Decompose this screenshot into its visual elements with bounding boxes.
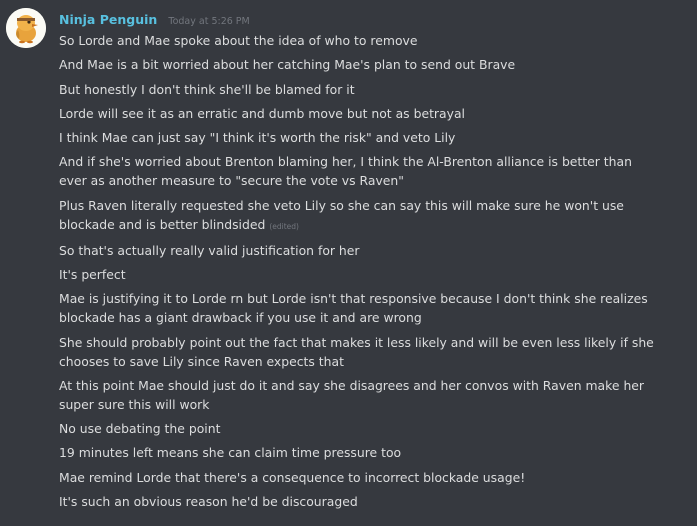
message-item[interactable]: Mae is justifying it to Lorde rn but Lor…: [59, 289, 679, 327]
message-text-line: Plus Raven literally requested she veto …: [59, 197, 624, 213]
message-text-line: blockade and is better blindsided (edited…: [59, 215, 679, 236]
edited-label: (edited): [269, 221, 299, 231]
penguin-avatar-icon: [6, 8, 46, 48]
message-text-line: I think Mae can just say "I think it's w…: [59, 130, 456, 145]
message-item[interactable]: It's such an obvious reason he'd be disc…: [59, 492, 679, 511]
message-item[interactable]: It's perfect: [59, 265, 679, 284]
message-item[interactable]: 19 minutes left means she can claim time…: [59, 443, 679, 462]
message-text-line: Lorde will see it as an erratic and dumb…: [59, 105, 465, 121]
message-text-line: It's perfect: [59, 267, 126, 282]
message-text-line: And if she's worried about Brenton blami…: [59, 154, 632, 170]
message-text-line: Mae is justifying it to Lorde rn but Lor…: [59, 291, 648, 307]
message-header: Ninja Penguin Today at 5:26 PM: [59, 9, 250, 29]
message-item[interactable]: So that's actually really valid justific…: [59, 241, 679, 260]
message-text-line: It's such an obvious reason he'd be disc…: [59, 493, 358, 509]
message-text-line: Mae remind Lorde that there's a conseque…: [59, 469, 526, 485]
message-item[interactable]: No use debating the point: [59, 419, 679, 438]
message-text-line: At this point Mae should just do it and …: [59, 377, 645, 393]
message-list: So Lorde and Mae spoke about the idea of…: [59, 31, 679, 516]
message-text-line: blockade and is better blindsided: [59, 216, 266, 232]
message-text-line: 19 minutes left means she can claim time…: [59, 445, 402, 461]
message-item[interactable]: So Lorde and Mae spoke about the idea of…: [59, 31, 679, 50]
message-item[interactable]: I think Mae can just say "I think it's w…: [59, 128, 679, 147]
message-item[interactable]: She should probably point out the fact t…: [59, 333, 679, 371]
message-item[interactable]: Plus Raven literally requested she veto …: [59, 196, 679, 236]
message-item[interactable]: Mae remind Lorde that there's a conseque…: [59, 468, 679, 487]
message-text-line: So that's actually really valid justific…: [59, 242, 360, 258]
message-text-line: She should probably point out the fact t…: [59, 334, 654, 350]
message-item[interactable]: And Mae is a bit worried about her catch…: [59, 55, 679, 74]
timestamp[interactable]: Today at 5:26 PM: [168, 16, 249, 27]
message-text-line: ever as another measure to "secure the v…: [59, 173, 404, 189]
message-item[interactable]: But honestly I don't think she'll be bla…: [59, 80, 679, 99]
message-item[interactable]: Lorde will see it as an erratic and dumb…: [59, 104, 679, 123]
message-group: Ninja Penguin Today at 5:26 PM So Lorde …: [0, 0, 697, 526]
message-item[interactable]: And if she's worried about Brenton blami…: [59, 152, 679, 190]
message-text-line: super sure this will work: [59, 396, 210, 412]
message-text-line: blockade has a giant drawback if you use…: [59, 310, 422, 326]
message-item[interactable]: At this point Mae should just do it and …: [59, 376, 679, 414]
message-text-line: So Lorde and Mae spoke about the idea of…: [59, 33, 418, 48]
username[interactable]: Ninja Penguin: [59, 12, 157, 27]
message-text-line: And Mae is a bit worried about her catch…: [59, 57, 516, 73]
avatar[interactable]: [6, 8, 46, 48]
message-text-line: But honestly I don't think she'll be bla…: [59, 81, 355, 97]
message-text-line: chooses to save Lily since Raven expects…: [59, 353, 344, 369]
message-text-line: No use debating the point: [59, 421, 221, 436]
